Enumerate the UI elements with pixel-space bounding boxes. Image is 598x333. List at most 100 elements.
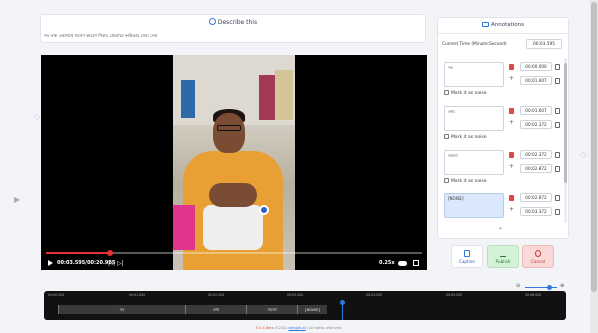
segment-end-field[interactable]: 00:03.372 [520, 207, 552, 216]
caption-label: Caption [458, 259, 476, 264]
delete-icon[interactable] [509, 108, 514, 114]
zoom-control[interactable]: ⊖ ⊕ [516, 283, 566, 290]
mark-noise-label: Mark it as noise [451, 91, 487, 96]
segment-end-field[interactable]: 00:01.607 [520, 76, 552, 85]
segment-item: তথ্য + 00:01.607 00:02.372 Mark it as no… [441, 104, 561, 147]
copy-icon[interactable] [555, 166, 560, 172]
current-time-label: Current Time (Minute:Second) [442, 42, 507, 47]
rights-text: All rights reserved. [309, 326, 343, 330]
timeline-segment[interactable]: সমস্যা [246, 305, 297, 314]
copy-icon[interactable] [555, 195, 560, 201]
segment-start-field[interactable]: 00:01.607 [520, 106, 552, 115]
segment-text-field[interactable]: [NOISE] [444, 193, 504, 218]
scrollbar-thumb[interactable] [564, 63, 567, 183]
mark-noise-label: Mark it as noise [451, 179, 487, 184]
add-icon[interactable]: + [509, 119, 514, 126]
add-icon[interactable]: + [509, 75, 514, 82]
timeline-tick: 00:01.000 [129, 293, 146, 297]
mark-noise-checkbox[interactable]: Mark it as noise [444, 90, 486, 96]
brand-link[interactable]: bengali.ai [289, 326, 306, 330]
timeline-segment[interactable]: সব [58, 305, 185, 314]
upload-icon [500, 250, 506, 257]
describe-icon [208, 18, 216, 25]
playback-speed[interactable]: 0.25x [379, 260, 395, 266]
copy-icon[interactable] [555, 108, 560, 114]
publish-label: Publish [495, 259, 511, 264]
timeline-tick: 00:05.000 [446, 293, 463, 297]
play-arrow-icon: ▶ [14, 195, 21, 204]
copy-icon[interactable] [555, 152, 560, 158]
segment-text-field[interactable]: তথ্য [444, 106, 504, 131]
checkbox-icon[interactable] [444, 178, 449, 183]
video-time: 00:03.595/00:20.985 [57, 260, 116, 266]
video-controls: 00:03.595/00:20.985 |◁ ▷| 0.25x [41, 257, 427, 270]
add-icon[interactable]: + [509, 206, 514, 213]
divider [438, 33, 568, 34]
segment-text-field[interactable]: সব [444, 62, 504, 87]
skip-back-icon[interactable]: |◁ [108, 260, 115, 267]
toggle-switch[interactable] [398, 261, 407, 266]
checkbox-icon[interactable] [444, 90, 449, 95]
delete-icon[interactable] [509, 152, 514, 158]
outline-shape-icon: ◇ [580, 150, 587, 159]
page-scrollbar-thumb[interactable] [591, 2, 597, 292]
checkbox-icon[interactable] [444, 134, 449, 139]
chevron-down-icon[interactable]: ⌄ [498, 224, 503, 231]
annotations-header: Annotations [438, 22, 568, 28]
caption-button[interactable]: Caption [451, 245, 483, 268]
zoom-in-icon[interactable]: ⊕ [560, 283, 564, 289]
video-player[interactable]: 00:03.595/00:20.985 |◁ ▷| 0.25x [41, 55, 427, 270]
play-icon[interactable] [48, 260, 53, 266]
video-progress-bar[interactable] [46, 250, 422, 256]
timeline-segment[interactable]: [NOISE] [297, 305, 327, 314]
annotations-title: Annotations [490, 22, 525, 28]
copy-icon[interactable] [555, 122, 560, 128]
video-progress-fill [46, 252, 110, 254]
zoom-out-icon[interactable]: ⊖ [516, 283, 520, 289]
overlay-badge-icon [259, 205, 269, 215]
video-frame [173, 55, 295, 270]
copy-icon[interactable] [555, 209, 560, 215]
copy-icon[interactable] [555, 78, 560, 84]
mark-noise-checkbox[interactable]: Mark it as noise [444, 178, 486, 184]
mark-noise-label: Mark it as noise [451, 135, 487, 140]
delete-icon[interactable] [509, 64, 514, 70]
describe-header: Describe this [41, 18, 425, 26]
segment-start-field[interactable]: 00:02.872 [520, 193, 552, 202]
zoom-track[interactable] [525, 287, 557, 288]
version-text: 0.5.4 Beta [255, 326, 274, 330]
video-progress-knob[interactable] [107, 250, 113, 256]
segment-text-field[interactable]: সমস্যা [444, 150, 504, 175]
page-scrollbar[interactable] [590, 0, 598, 333]
footer: 0.5.4 Beta ©2021 bengali.ai | All rights… [0, 326, 598, 330]
zoom-knob[interactable] [547, 285, 552, 290]
timeline-tick: 00:02.000 [208, 293, 225, 297]
outline-shape-icon: ◇ [34, 112, 41, 121]
skip-forward-icon[interactable]: ▷| [117, 260, 124, 267]
add-icon[interactable]: + [509, 163, 514, 170]
segment-end-field[interactable]: 00:02.372 [520, 120, 552, 129]
fullscreen-icon[interactable] [413, 260, 419, 266]
current-time-field[interactable]: 00:03.595 [526, 39, 562, 49]
describe-text[interactable]: সব তথ্য একসাথে সমস্যা কারণে শিরায় প্রোগ… [44, 33, 158, 40]
copy-icon[interactable] [555, 64, 560, 70]
playhead[interactable] [342, 301, 343, 320]
timeline-tick: 00:06.000 [525, 293, 542, 297]
mark-noise-checkbox[interactable]: Mark it as noise [444, 134, 486, 140]
timeline-segment[interactable]: তথ্য [185, 305, 246, 314]
annotations-panel: Annotations Current Time (Minute:Second)… [437, 17, 569, 239]
timeline-tick: 00:04.000 [366, 293, 383, 297]
segment-start-field[interactable]: 00:00.000 [520, 62, 552, 71]
segment-end-field[interactable]: 00:02.872 [520, 164, 552, 173]
describe-title: Describe this [217, 19, 258, 26]
cancel-button[interactable]: Cancel [522, 245, 554, 268]
publish-button[interactable]: Publish [487, 245, 519, 268]
describe-panel: Describe this সব তথ্য একসাথে সমস্যা কারণ… [40, 14, 426, 43]
segment-item: সব + 00:00.000 00:01.607 Mark it as nois… [441, 60, 561, 103]
segment-start-field[interactable]: 00:02.372 [520, 150, 552, 159]
delete-icon[interactable] [509, 195, 514, 201]
cancel-icon [535, 250, 541, 257]
timeline[interactable]: 00:00.000 00:01.000 00:02.000 00:03.000 … [44, 291, 566, 320]
annotations-scrollbar[interactable] [564, 58, 567, 223]
segment-item: সমস্যা + 00:02.372 00:02.872 Mark it as … [441, 148, 561, 191]
